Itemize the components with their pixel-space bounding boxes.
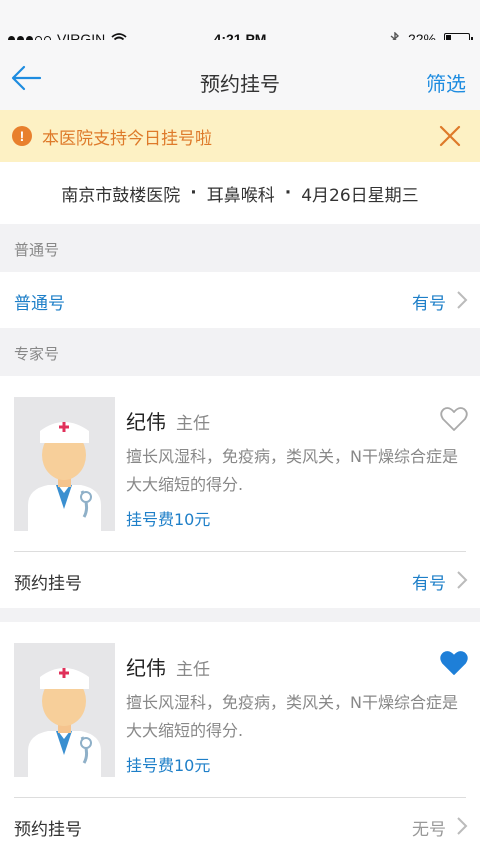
status-bar: VIRGIN 4:21 PM 22% [0,0,480,47]
doctor-avatar-icon [14,643,115,777]
expert-appointment-row[interactable]: 预约挂号 无号 [0,798,480,854]
doctor-name: 纪伟 [126,656,166,680]
availability-status: 无号 [412,820,446,840]
separator: · [190,183,197,203]
notice-text: 本医院支持今日挂号啦 [42,129,212,149]
section-header-expert: 专家号 [0,328,480,376]
chevron-right-icon [457,817,468,835]
doctor-avatar-icon [14,397,115,531]
hospital-name: 南京市鼓楼医院 [61,185,181,206]
availability-status: 有号 [412,574,446,594]
doctor-card: 纪伟 主任 擅长风湿科，免疫病，类风关，N干燥综合症是大大缩短的得分. 挂号费1… [0,376,480,608]
navigation-bar: 预约挂号 筛选 [0,40,480,111]
heart-outline-icon[interactable] [440,406,468,432]
appointment-date: 4月26日星期三 [301,185,419,206]
separator: · [284,183,292,203]
close-icon[interactable] [436,122,464,150]
doctor-title: 主任 [176,414,210,434]
hospital-info-bar: 南京市鼓楼医院 · 耳鼻喉科 · 4月26日星期三 [0,162,480,224]
doctor-description: 擅长风湿科，免疫病，类风关，N干燥综合症是大大缩短的得分. [126,693,458,740]
doctor-title: 主任 [176,660,210,680]
doctor-name: 纪伟 [126,410,166,434]
section-header-general: 普通号 [0,224,480,272]
expert-row-label: 预约挂号 [14,574,82,594]
doctor-avatar [14,397,115,531]
department-name: 耳鼻喉科 [206,185,275,206]
notice-banner: ! 本医院支持今日挂号啦 [0,110,480,162]
page-title: 预约挂号 [200,72,280,96]
registration-fee: 挂号费10元 [126,756,211,775]
doctor-card: 纪伟 主任 擅长风湿科，免疫病，类风关，N干燥综合症是大大缩短的得分. 挂号费1… [0,622,480,854]
availability-status: 有号 [412,294,446,314]
doctor-description: 擅长风湿科，免疫病，类风关，N干燥综合症是大大缩短的得分. [126,447,458,494]
filter-button[interactable]: 筛选 [426,68,466,97]
general-row-label: 普通号 [14,294,65,314]
chevron-right-icon [457,571,468,589]
heart-filled-icon[interactable] [440,650,468,676]
warning-icon: ! [12,126,32,146]
general-appointment-row[interactable]: 普通号 有号 [0,272,480,328]
registration-fee: 挂号费10元 [126,510,211,529]
expert-appointment-row[interactable]: 预约挂号 有号 [0,552,480,608]
chevron-right-icon [457,291,468,309]
doctor-avatar [14,643,115,777]
expert-row-label: 预约挂号 [14,820,82,840]
